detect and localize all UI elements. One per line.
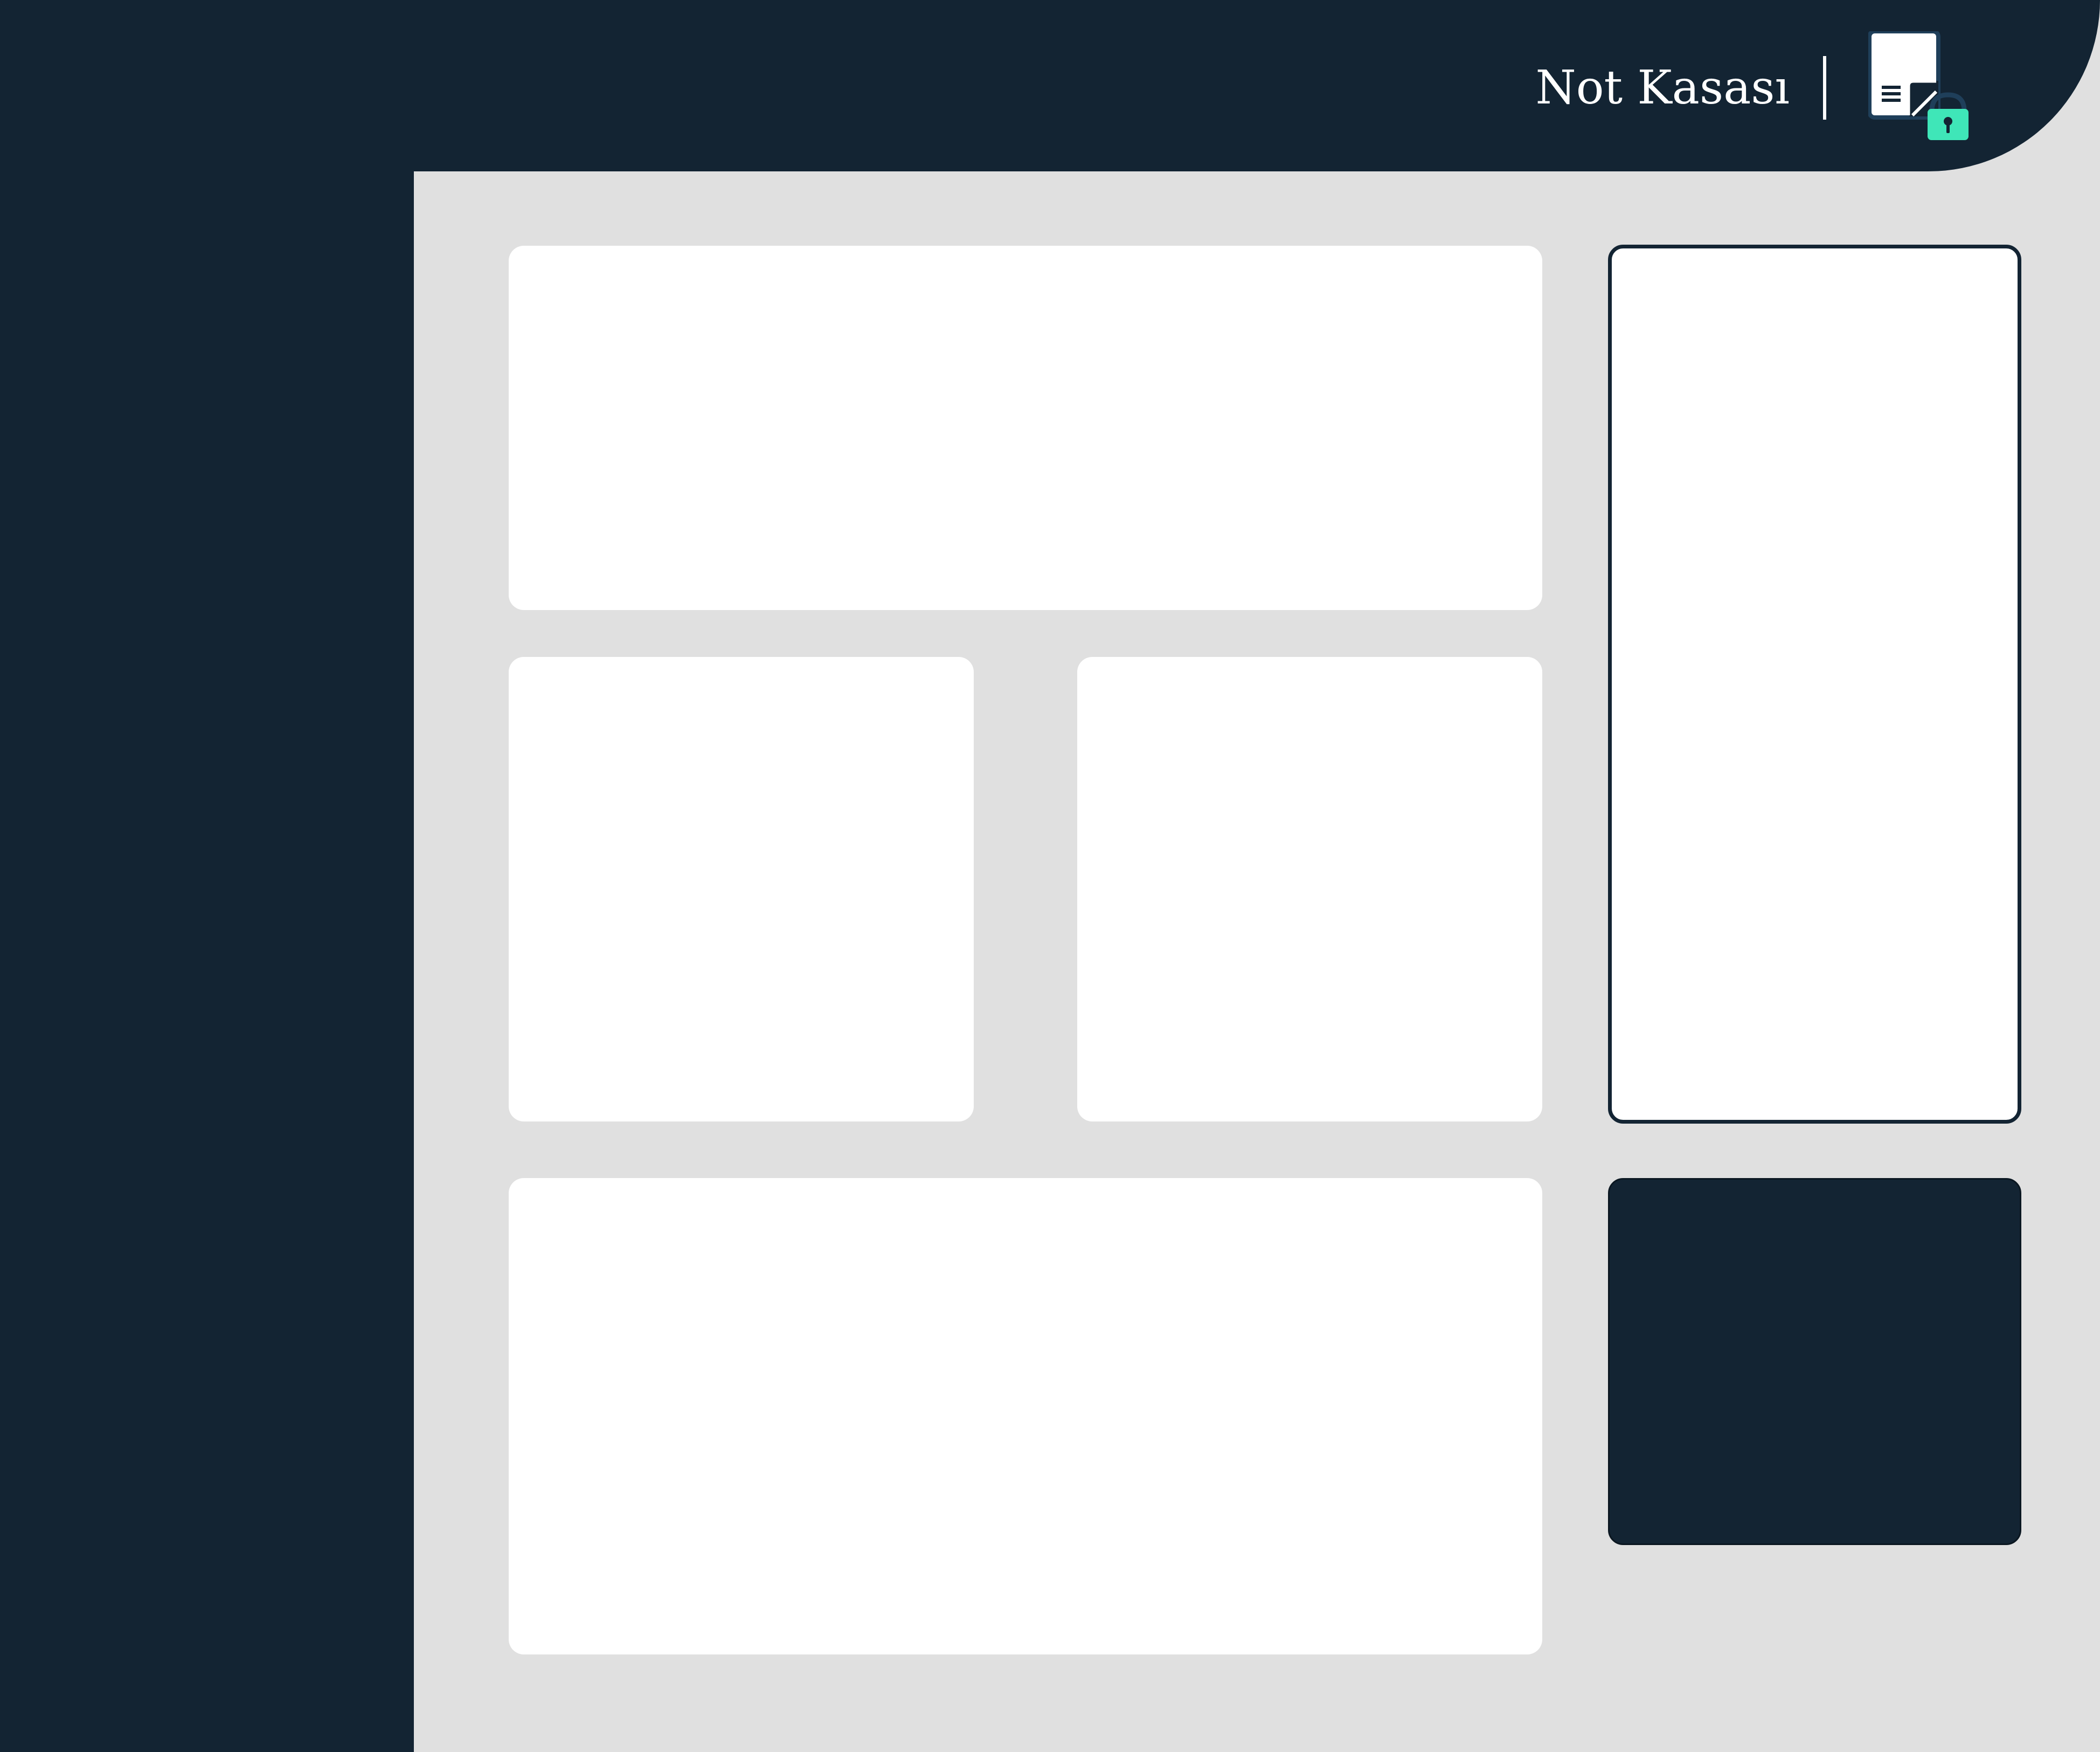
left-sidebar	[0, 0, 414, 1752]
app-title: Not Kasası	[1535, 61, 1790, 115]
top-wide-card	[509, 246, 1542, 610]
brand-divider	[1823, 56, 1826, 120]
selected-side-card[interactable]	[1608, 245, 2021, 1124]
middle-right-card	[1077, 657, 1542, 1121]
brand-area: Not Kasası	[1536, 31, 1974, 144]
middle-left-card	[509, 657, 974, 1121]
app-window: Not Kasası	[0, 0, 2100, 1752]
bottom-wide-card	[509, 1178, 1542, 1654]
dark-side-card	[1608, 1178, 2021, 1545]
note-lock-icon	[1868, 31, 1973, 144]
